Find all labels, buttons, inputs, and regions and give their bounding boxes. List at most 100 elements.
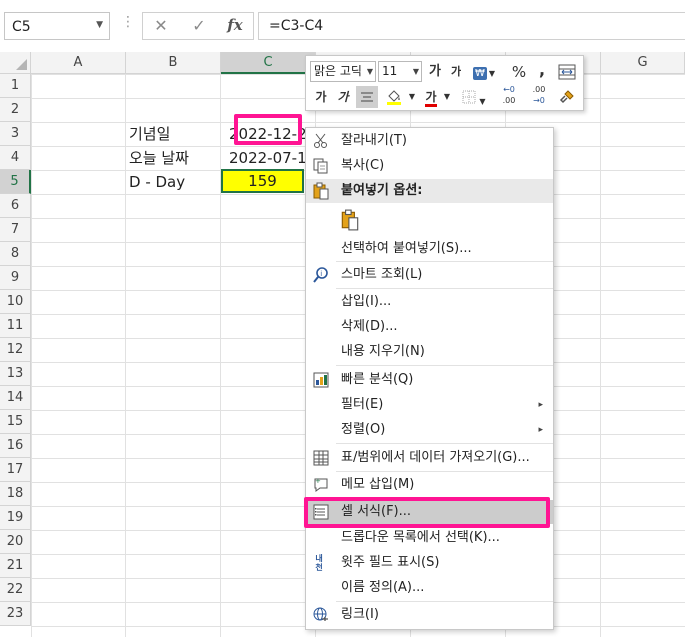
menu-item-insert[interactable]: 삽입(I)...: [306, 290, 553, 314]
highlight-box-format-cells: [304, 497, 550, 528]
row-header-20[interactable]: 20: [0, 530, 31, 554]
formula-input[interactable]: =C3-C4: [258, 12, 685, 40]
font-name-select[interactable]: 맑은 고딕 ▼: [310, 61, 376, 82]
cancel-icon[interactable]: ✕: [147, 16, 175, 38]
row-header-11[interactable]: 11: [0, 314, 31, 338]
row-header-10[interactable]: 10: [0, 290, 31, 314]
smart-lookup-icon: i: [313, 267, 328, 283]
row-header-16[interactable]: 16: [0, 434, 31, 458]
row-header-7[interactable]: 7: [0, 218, 31, 242]
menu-header-paste-options: 붙여넣기 옵션:: [306, 179, 553, 203]
menu-item-label: 윗주 필드 표시(S): [341, 555, 440, 570]
menu-item-paste-special[interactable]: 선택하여 붙여넣기(S)...: [306, 237, 553, 261]
paste-option-button[interactable]: [306, 206, 553, 236]
borders-button[interactable]: ▼: [459, 86, 489, 108]
row-header-3[interactable]: 3: [0, 122, 31, 146]
column-header-b[interactable]: B: [126, 52, 221, 74]
column-header-g[interactable]: G: [601, 52, 685, 74]
menu-item-label: 붙여넣기 옵션:: [341, 183, 423, 198]
row-header-13[interactable]: 13: [0, 362, 31, 386]
menu-item-sort[interactable]: 정렬(O) ▸: [306, 418, 553, 442]
row-header-4[interactable]: 4: [0, 146, 31, 170]
font-size-select[interactable]: 11 ▼: [378, 61, 422, 82]
row-header-17[interactable]: 17: [0, 458, 31, 482]
font-color-button[interactable]: 가: [421, 86, 441, 108]
menu-item-label: 복사(C): [341, 158, 385, 173]
submenu-arrow-icon: ▸: [538, 425, 543, 435]
menu-item-label: 필터(E): [341, 397, 384, 412]
menu-item-copy[interactable]: 복사(C): [306, 154, 553, 178]
decrease-decimal-text: .00: [532, 85, 546, 94]
menu-item-clear-contents[interactable]: 내용 지우기(N): [306, 340, 553, 364]
row-header-18[interactable]: 18: [0, 482, 31, 506]
chevron-down-icon: ▼: [412, 67, 419, 76]
menu-item-define-name[interactable]: 이름 정의(A)...: [306, 576, 553, 600]
chevron-down-icon: ▼: [479, 97, 486, 106]
menu-item-show-phonetic[interactable]: 내천 윗주 필드 표시(S): [306, 551, 553, 575]
currency-icon: ₩: [472, 67, 487, 80]
menu-item-cut[interactable]: 잘라내기(T): [306, 129, 553, 153]
menu-item-delete[interactable]: 삭제(D)...: [306, 315, 553, 339]
submenu-arrow-icon: ▸: [538, 400, 543, 410]
row-header-1[interactable]: 1: [0, 74, 31, 98]
cell-b3[interactable]: 기념일: [129, 122, 219, 146]
name-box-value: C5: [12, 19, 31, 35]
menu-item-filter[interactable]: 필터(E) ▸: [306, 393, 553, 417]
select-all-button[interactable]: [0, 52, 31, 74]
italic-button[interactable]: 가: [334, 86, 352, 108]
decrease-decimal-button[interactable]: .00 →0: [526, 84, 552, 106]
row-header-23[interactable]: 23: [0, 602, 31, 626]
insert-function-icon[interactable]: fx: [221, 16, 249, 38]
cell-c5[interactable]: 159: [221, 169, 304, 193]
font-color-dropdown[interactable]: ▼: [442, 86, 452, 108]
column-header-c[interactable]: C: [221, 52, 316, 74]
menu-item-label: 정렬(O): [341, 422, 386, 437]
menu-item-label: 내용 지우기(N): [341, 344, 425, 359]
arrow-right-icon: →0: [533, 96, 545, 105]
column-header-a[interactable]: A: [31, 52, 126, 74]
chevron-down-icon[interactable]: ▼: [96, 20, 103, 30]
increase-font-size-button[interactable]: 가: [426, 61, 444, 83]
merge-center-icon: [558, 64, 576, 80]
accounting-format-button[interactable]: ₩ ▼: [470, 61, 498, 83]
increase-decimal-button[interactable]: ←0 .00: [496, 84, 522, 106]
row-header-14[interactable]: 14: [0, 386, 31, 410]
bold-button[interactable]: 가: [312, 86, 330, 108]
row-header-6[interactable]: 6: [0, 194, 31, 218]
format-painter-button[interactable]: [556, 86, 578, 108]
enter-icon[interactable]: ✓: [185, 16, 213, 38]
formula-text: =C3-C4: [269, 18, 324, 34]
mini-toolbar: 맑은 고딕 ▼ 11 ▼ 가 가 ₩ ▼ % , 가 가 ▼ 가 ▼ ▼ ←0 .…: [305, 55, 584, 111]
link-icon: [313, 607, 328, 621]
row-header-15[interactable]: 15: [0, 410, 31, 434]
row-header-22[interactable]: 22: [0, 578, 31, 602]
fill-color-dropdown[interactable]: ▼: [407, 86, 417, 108]
row-header-9[interactable]: 9: [0, 266, 31, 290]
menu-item-link[interactable]: 링크(I): [306, 603, 553, 627]
align-center-button[interactable]: [356, 86, 378, 108]
menu-item-get-data-from-table[interactable]: 표/범위에서 데이터 가져오기(G)...: [306, 446, 553, 470]
row-header-2[interactable]: 2: [0, 98, 31, 122]
row-header-19[interactable]: 19: [0, 506, 31, 530]
menu-item-insert-comment[interactable]: + 메모 삽입(M): [306, 473, 553, 497]
scissors-icon: [314, 133, 327, 148]
row-header-21[interactable]: 21: [0, 554, 31, 578]
percent-style-button[interactable]: %: [509, 61, 529, 83]
quick-analysis-icon: [313, 372, 329, 388]
menu-item-smart-lookup[interactable]: i 스마트 조회(L): [306, 263, 553, 287]
row-header-12[interactable]: 12: [0, 338, 31, 362]
row-header-8[interactable]: 8: [0, 242, 31, 266]
cell-b4[interactable]: 오늘 날짜: [129, 146, 219, 170]
arrow-left-icon: ←0: [503, 85, 515, 94]
row-header-5[interactable]: 5: [0, 170, 31, 194]
cell-b5[interactable]: D - Day: [129, 170, 219, 194]
merge-center-button[interactable]: [556, 61, 578, 83]
name-box[interactable]: C5 ▼: [4, 12, 110, 40]
cell-c4[interactable]: 2022-07-19: [229, 146, 307, 170]
menu-item-pick-from-dropdown[interactable]: 드롭다운 목록에서 선택(K)...: [306, 526, 553, 550]
comma-style-button[interactable]: ,: [534, 59, 550, 81]
phonetic-icon: 내천: [315, 554, 323, 572]
decrease-font-size-button[interactable]: 가: [447, 61, 465, 83]
menu-item-quick-analysis[interactable]: 빠른 분석(Q): [306, 368, 553, 392]
fill-color-button[interactable]: [381, 86, 407, 108]
